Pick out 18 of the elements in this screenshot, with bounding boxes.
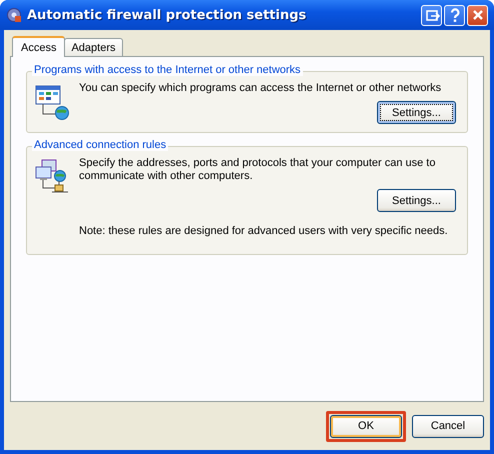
window-title: Automatic firewall protection settings [27, 8, 308, 22]
minimize-button[interactable] [421, 4, 442, 26]
settings-button[interactable]: Settings... [377, 101, 456, 124]
network-globe-icon [35, 159, 69, 195]
note-text: Note: these rules are designed for advanced users with very specific needs. [79, 225, 449, 238]
programs-globe-icon [35, 84, 69, 120]
group-title: Advanced connection rules [32, 139, 168, 151]
firewall-icon [6, 7, 22, 23]
close-button[interactable] [467, 4, 488, 26]
tab[interactable]: Access [12, 36, 66, 57]
help-button[interactable] [444, 4, 465, 26]
settings-button[interactable]: Settings... [377, 189, 456, 212]
dialog-button[interactable]: OK [330, 414, 402, 438]
description-text: You can specify which programs can access the Internet or other networks [79, 82, 442, 95]
dialog-button[interactable]: Cancel [412, 414, 484, 438]
group-title: Programs with access to the Internet or other networks [32, 64, 303, 76]
description-text: Specify the addresses, ports and protocols that your computer can use to communicate with other computers. [79, 157, 436, 183]
tab[interactable]: Adapters [64, 38, 122, 56]
